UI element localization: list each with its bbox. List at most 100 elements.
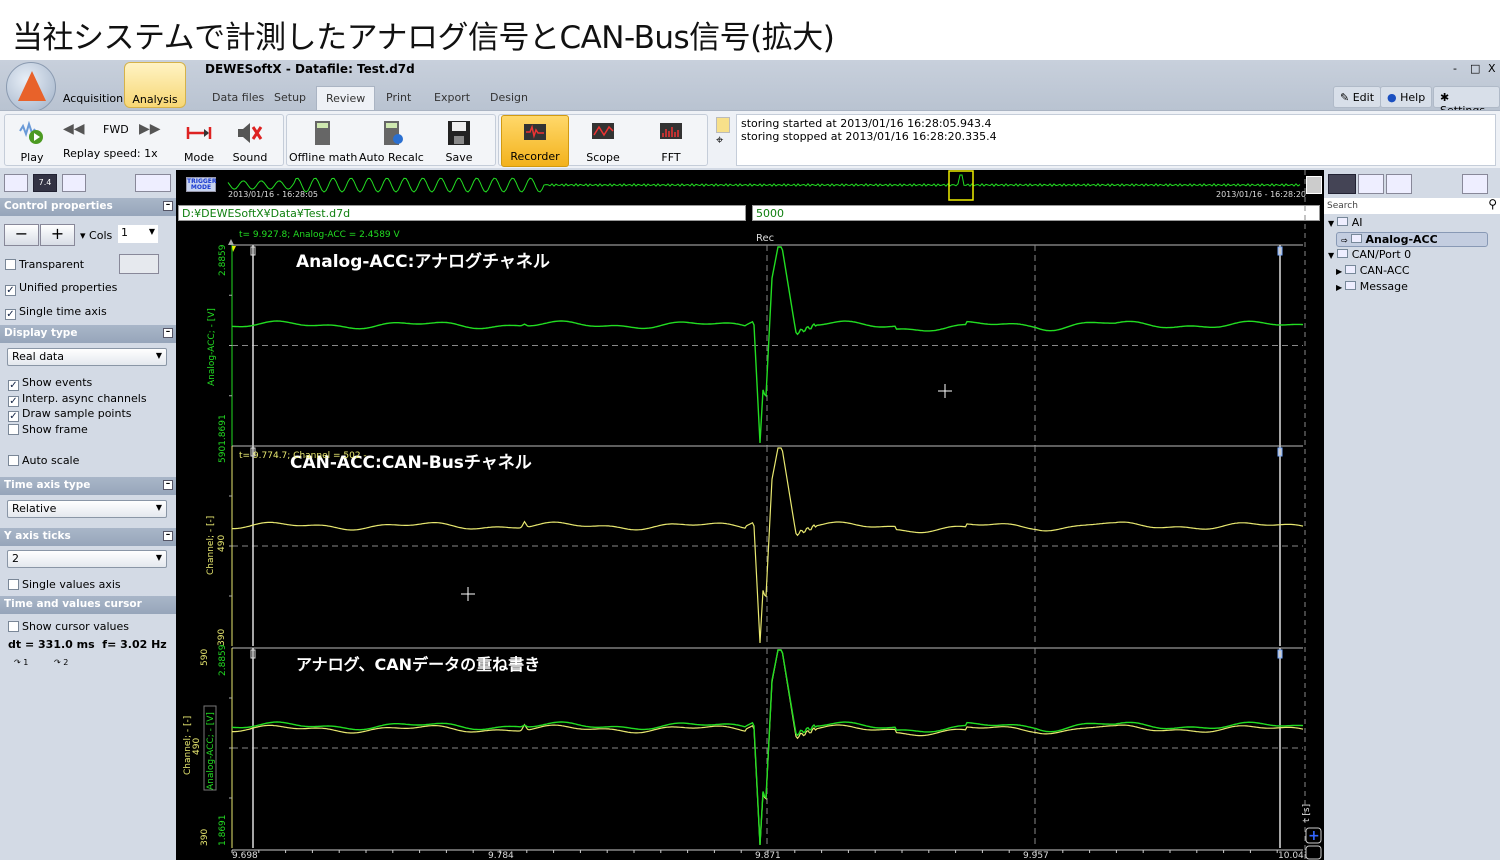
checkbox-label: Show frame [22, 423, 88, 436]
tab-setup[interactable]: Setup [265, 86, 315, 110]
checkbox-icon [8, 621, 19, 632]
properties-panel: 7.4 Control properties – − + ▾ Cols 1 ▼ Tr… [0, 170, 176, 860]
dewesoft-window: Acquisition Analysis DEWESoftX - Datafil… [0, 60, 1500, 860]
show-cursor-values-checkbox[interactable]: Show cursor values [8, 620, 129, 633]
time-axis-select[interactable]: Relative [7, 500, 167, 518]
recorder-button[interactable]: Recorder [501, 115, 569, 167]
collapse-icon[interactable]: – [163, 480, 173, 490]
tab-export[interactable]: Export [425, 86, 479, 110]
dewesoft-logo[interactable] [6, 62, 56, 112]
digital-view-icon[interactable]: 7.4 [33, 174, 57, 192]
draw-sample-points-checkbox[interactable]: ✓ Draw sample points [8, 407, 132, 422]
cursor-2-label: 2 [63, 658, 69, 667]
show-frame-checkbox[interactable]: Show frame [8, 423, 88, 436]
section-control-properties[interactable]: Control properties – [0, 198, 176, 216]
channel-search-input[interactable]: Search ⚲ [1324, 197, 1500, 214]
cols-text: Cols [89, 229, 113, 242]
tree-expander-icon[interactable]: ▼ [1328, 251, 1337, 260]
section-cursor[interactable]: Time and values cursor [0, 596, 176, 614]
checkbox-label: Interp. async channels [22, 392, 147, 405]
auto-scale-checkbox[interactable]: Auto scale [8, 454, 79, 467]
sound-button[interactable]: Sound [227, 115, 273, 167]
graph-view-icon[interactable] [62, 174, 86, 192]
y-axis-label: Channel; - [-] [206, 516, 216, 575]
tree-expander-icon[interactable]: ▶ [1336, 267, 1345, 276]
play-button[interactable]: Play [9, 115, 55, 167]
auto-recalc-button[interactable]: Auto Recalc [359, 115, 424, 167]
add-graph-button[interactable]: + [40, 224, 75, 246]
single-time-axis-checkbox[interactable]: ✓ Single time axis [5, 305, 107, 320]
transparent-checkbox[interactable]: Transparent [5, 258, 84, 271]
app-title: DEWESoftX - Datafile: Test.d7d [205, 62, 415, 76]
cols-select[interactable]: 1 ▼ [118, 225, 158, 243]
play-icon [19, 121, 43, 144]
list-view-icon[interactable] [4, 174, 28, 192]
checkbox-label: Show events [22, 376, 93, 389]
cursor-1-button[interactable]: ↷ 1 [14, 658, 28, 667]
panel-layout-icon[interactable] [1462, 174, 1488, 194]
tree-expander-icon[interactable]: ⇨ [1341, 236, 1351, 245]
show-events-checkbox[interactable]: ✓ Show events [8, 376, 92, 391]
tab-data-files[interactable]: Data files [203, 86, 273, 110]
edit-icon: ✎ [1340, 91, 1353, 104]
save-button[interactable]: Save [435, 115, 483, 167]
interp-async-checkbox[interactable]: ✓ Interp. async channels [8, 392, 147, 407]
checkbox-icon: ✓ [5, 285, 16, 296]
help-button[interactable]: ● Help [1380, 86, 1433, 108]
channel-list-icon[interactable] [1358, 174, 1384, 194]
forward-icon[interactable]: ▶▶ [139, 121, 161, 137]
tree-item-can-port-0[interactable]: ▼ CAN/Port 0 [1328, 248, 1411, 261]
remove-graph-button[interactable]: − [4, 224, 39, 246]
settings-button[interactable]: ✱ Settings [1433, 86, 1500, 117]
ruler-tool-icon[interactable] [135, 174, 171, 192]
replay-group: Play ◀◀ FWD ▶▶ Replay speed: 1x Mode Sou… [4, 114, 284, 166]
recorder-graphs[interactable]: 2013/01/16 - 16:28:05 2013/01/16 - 16:28:… [176, 170, 1324, 860]
display-type-select[interactable]: Real data [7, 348, 167, 366]
tab-review[interactable]: Review [316, 86, 376, 110]
tab-print[interactable]: Print [377, 86, 420, 110]
recorder-display: TRIGGER MODE D:¥DEWESoftX¥Data¥Test.d7d … [176, 170, 1324, 860]
tree-item-message[interactable]: ▶ Message [1336, 280, 1408, 293]
close-button[interactable]: X [1488, 62, 1496, 75]
tree-expander-icon[interactable]: ▶ [1336, 283, 1345, 292]
acquisition-mode-button[interactable]: Acquisition [62, 62, 124, 108]
cursor-2-button[interactable]: ↷ 2 [54, 658, 68, 667]
section-time-axis-type[interactable]: Time axis type – [0, 477, 176, 495]
color-picker-button[interactable] [119, 254, 159, 274]
cols-label: ▾ Cols [80, 229, 113, 242]
y-ticks-select[interactable]: 2 [7, 550, 167, 568]
mode-label: Mode [184, 151, 214, 164]
collapse-icon[interactable]: – [163, 531, 173, 541]
fft-button[interactable]: FFT [645, 115, 697, 167]
collapse-icon[interactable]: – [163, 328, 173, 338]
scope-button[interactable]: Scope [577, 115, 629, 167]
collapse-icon[interactable]: – [163, 201, 173, 211]
sound-mute-icon [238, 123, 263, 143]
channel-tree-icon[interactable] [1328, 174, 1356, 194]
offline-math-button[interactable]: Offline math [289, 115, 357, 167]
minimize-button[interactable]: - [1453, 62, 1457, 75]
replay-speed[interactable]: Replay speed: 1x [63, 147, 158, 160]
mode-button[interactable]: Mode [177, 115, 221, 167]
section-display-type[interactable]: Display type – [0, 325, 176, 343]
tree-item-label: AI [1351, 216, 1363, 229]
tree-item-can-acc[interactable]: ▶ CAN-ACC [1336, 264, 1410, 277]
tree-item-ai[interactable]: ▼ AI [1328, 216, 1362, 229]
single-values-axis-checkbox[interactable]: Single values axis [8, 578, 121, 591]
section-y-axis-ticks[interactable]: Y axis ticks – [0, 528, 176, 546]
rewind-icon[interactable]: ◀◀ [63, 121, 85, 137]
edit-button[interactable]: ✎ Edit [1333, 86, 1382, 108]
pointer-select-icon[interactable] [1386, 174, 1412, 194]
tree-item-analog-acc[interactable]: ⇨ Analog-ACC [1336, 232, 1488, 247]
event-tools-icon[interactable]: ⌖ [716, 117, 732, 165]
restore-button[interactable]: □ [1470, 62, 1480, 75]
recorder-label: Recorder [510, 150, 560, 163]
analysis-mode-button[interactable]: Analysis [124, 62, 186, 108]
unified-properties-checkbox[interactable]: ✓ Unified properties [5, 281, 117, 296]
y-mid-label: 490 [192, 738, 202, 755]
checkbox-label: Show cursor values [22, 620, 129, 633]
tree-expander-icon[interactable]: ▼ [1328, 219, 1337, 228]
tree-item-label: CAN-ACC [1359, 264, 1410, 277]
overview-end-time: 2013/01/16 - 16:28:20 [1216, 190, 1306, 199]
tab-design[interactable]: Design [481, 86, 537, 110]
